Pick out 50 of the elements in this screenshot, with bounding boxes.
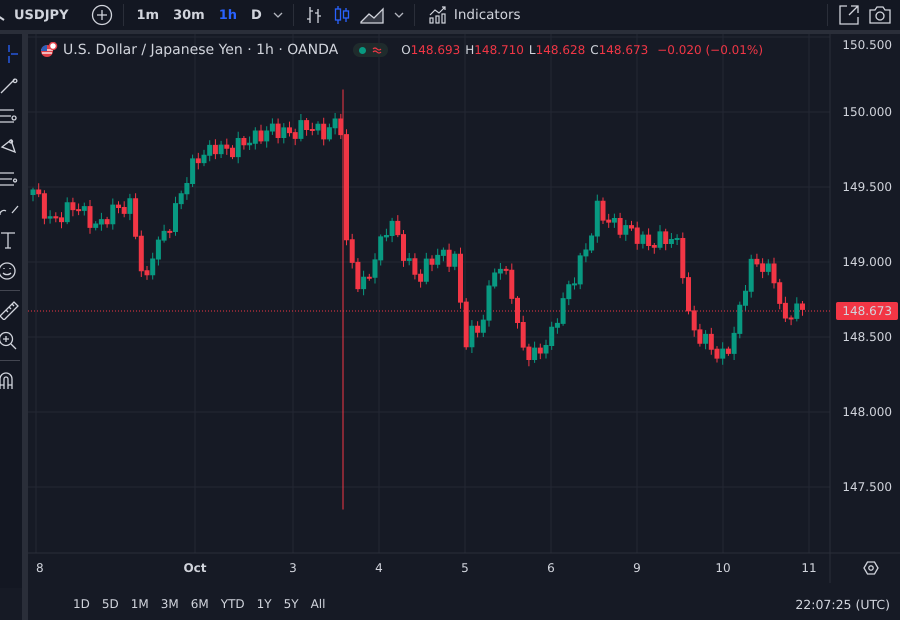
- chevron-down-icon[interactable]: [394, 12, 404, 18]
- time-axis-label: 5: [461, 561, 469, 575]
- wave-icon: [372, 46, 382, 54]
- range-button[interactable]: 6M: [186, 595, 214, 613]
- time-axis-label: 9: [633, 561, 641, 575]
- chevron-down-icon[interactable]: [272, 12, 283, 18]
- time-axis-label: 3: [289, 561, 297, 575]
- time-axis-label: Oct: [183, 561, 207, 575]
- ruler-tool-icon[interactable]: [0, 300, 20, 320]
- interval-button[interactable]: 1h: [216, 6, 240, 24]
- range-button[interactable]: 1M: [126, 595, 154, 613]
- area-chart-icon[interactable]: [360, 5, 386, 25]
- range-button[interactable]: 1Y: [252, 595, 277, 613]
- indicators-icon: [428, 6, 448, 24]
- interval-button[interactable]: 30m: [170, 6, 208, 24]
- fullscreen-icon[interactable]: [838, 4, 860, 26]
- range-button[interactable]: All: [306, 595, 330, 613]
- range-button[interactable]: 5D: [96, 595, 124, 613]
- last-price-label: 148.673: [836, 302, 898, 320]
- price-axis-label: 147.500: [842, 480, 892, 494]
- price-axis-label: 150.000: [842, 105, 892, 119]
- chart-title: U.S. Dollar / Japanese Yen · 1h · OANDA: [63, 42, 338, 58]
- interval-button[interactable]: D: [248, 6, 265, 24]
- flag-icon: [40, 42, 58, 58]
- clock: 22:07:25 (UTC): [795, 596, 890, 612]
- settings-icon[interactable]: [863, 561, 879, 575]
- price-change: −0.020 (−0.01%): [657, 43, 764, 57]
- time-axis-label: 11: [801, 561, 817, 575]
- time-axis-label: 10: [715, 561, 731, 575]
- range-button[interactable]: 5Y: [278, 595, 304, 613]
- time-axis-label: 8: [36, 561, 44, 575]
- ohlc-value: O148.693: [401, 43, 460, 57]
- price-axis-label: 148.500: [842, 330, 892, 344]
- indicators-button[interactable]: Indicators: [424, 4, 524, 26]
- price-axis-label: 149.500: [842, 180, 892, 194]
- price-axis-label: 148.000: [842, 405, 892, 419]
- range-button[interactable]: YTD: [216, 595, 250, 613]
- price-axis-label: 149.000: [842, 255, 892, 269]
- price-axis-label: 150.500: [842, 38, 892, 52]
- symbol-name[interactable]: USDJPY: [14, 8, 68, 22]
- time-axis-label: 4: [375, 561, 383, 575]
- range-button[interactable]: 1D: [68, 595, 95, 613]
- range-button[interactable]: 3M: [156, 595, 184, 613]
- ohlc-value: L148.628: [528, 43, 586, 57]
- ohlc-value: H148.710: [465, 43, 524, 57]
- camera-icon[interactable]: [868, 5, 892, 25]
- time-axis-label: 6: [547, 561, 555, 575]
- interval-button[interactable]: 1m: [134, 6, 162, 24]
- ohlc-value: C148.673: [590, 43, 648, 57]
- add-icon[interactable]: [90, 4, 112, 26]
